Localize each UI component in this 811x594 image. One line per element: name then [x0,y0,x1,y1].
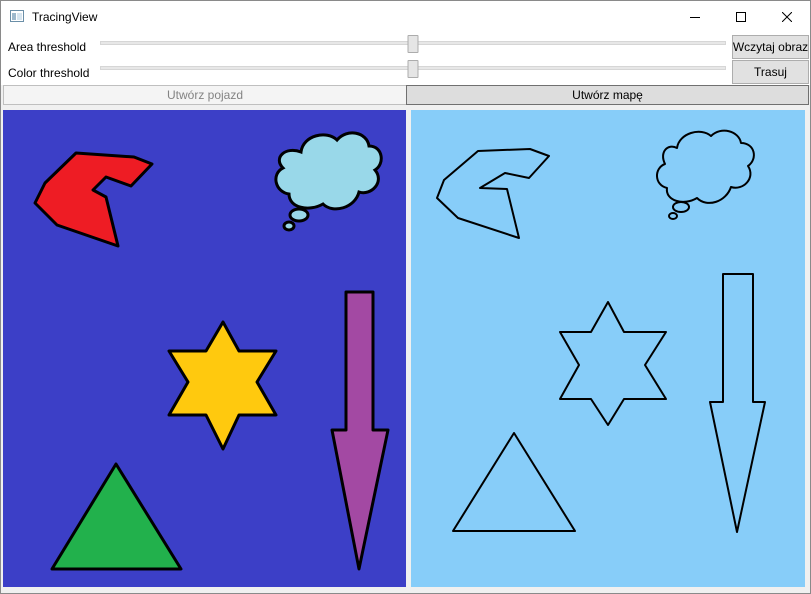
traced-image [411,110,805,587]
slider-thumb[interactable] [407,35,419,53]
maximize-icon [736,11,746,22]
window-title: TracingView [32,10,98,24]
minimize-icon [690,16,700,18]
area-threshold-slider[interactable] [100,35,726,53]
create-vehicle-button[interactable]: Utwórz pojazd [3,85,407,105]
app-icon [10,10,24,22]
slider-thumb[interactable] [407,60,419,78]
area-threshold-label: Area threshold [8,40,87,54]
trace-button[interactable]: Trasuj [732,60,809,84]
color-threshold-label: Color threshold [8,66,90,80]
close-icon [782,11,792,22]
controls-panel: Area threshold Color threshold Wczytaj o… [1,32,810,85]
tracing-view-window: TracingView Area threshold Color thresho… [0,0,811,594]
title-bar: TracingView [1,1,810,32]
source-image-panel [3,110,406,587]
source-image [3,110,406,587]
create-map-button[interactable]: Utwórz mapę [406,85,809,105]
load-image-button[interactable]: Wczytaj obraz [732,35,809,59]
maximize-button[interactable] [718,1,764,32]
minimize-button[interactable] [672,1,718,32]
close-button[interactable] [764,1,810,32]
traced-image-panel [411,110,805,587]
color-threshold-slider[interactable] [100,60,726,78]
